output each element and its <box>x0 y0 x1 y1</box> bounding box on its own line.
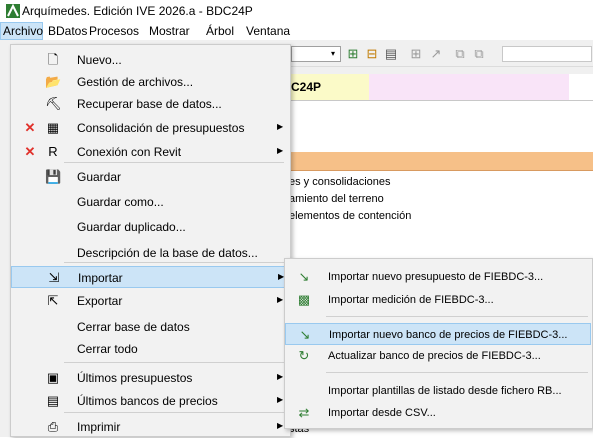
paste-icon[interactable]: ⧉ <box>471 46 487 62</box>
menu-item-label: Cerrar base de datos <box>77 320 190 334</box>
menu-item-conexion-con-revit[interactable]: ✕ R Conexión con Revit ▶ <box>11 141 288 163</box>
menu-item-descripcion-de-la-base-de-datos[interactable]: Descripción de la base de datos... <box>11 242 288 264</box>
tab-label: C24P <box>291 80 322 94</box>
menu-item-ultimos-bancos-de-precios[interactable]: ▤ Últimos bancos de precios ▶ <box>11 390 288 412</box>
menu-item-importar[interactable]: ⇲ Importar ▶ <box>11 266 288 288</box>
menu-item-label: Últimos bancos de precios <box>77 394 218 408</box>
submenu-separator <box>326 372 588 373</box>
export-icon: ⇱ <box>47 293 59 308</box>
menu-item-cerrar-todo[interactable]: Cerrar todo <box>11 338 288 360</box>
menu-item-recuperar-base-de-datos[interactable]: ⛏ Recuperar base de datos... <box>11 93 288 115</box>
menu-separator <box>64 162 284 163</box>
submenu-item-label: Importar plantillas de listado desde fic… <box>328 385 562 397</box>
submenu-item-label: Importar nuevo banco de precios de FIEBD… <box>329 329 568 341</box>
csv-icon: ⇄ <box>298 405 310 420</box>
menu-item-label: Exportar <box>77 294 123 308</box>
tree-item[interactable]: es y consolidaciones <box>289 176 391 188</box>
x-mark-icon: ✕ <box>24 144 36 159</box>
header-bar <box>289 152 593 171</box>
menu-procesos[interactable]: Procesos <box>89 24 139 38</box>
tree-item[interactable]: amiento del terreno <box>289 193 384 205</box>
recent-budgets-icon: ▣ <box>46 370 60 385</box>
tree-edit-icon[interactable]: ⊟ <box>364 46 380 62</box>
menu-item-label: Conexión con Revit <box>77 145 182 159</box>
recover-icon: ⛏ <box>45 96 62 111</box>
folder-icon: 📂 <box>45 74 62 89</box>
menu-item-label: Descripción de la base de datos... <box>77 246 258 260</box>
menu-item-consolidacion-de-presupuestos[interactable]: ✕ ▦ Consolidación de presupuestos ▶ <box>11 117 288 139</box>
menu-item-ultimos-presupuestos[interactable]: ▣ Últimos presupuestos ▶ <box>11 367 288 389</box>
import-icon: ⇲ <box>48 270 60 285</box>
submenu-item-importar-nuevo-banco-de-precios-de-fiebdc-3[interactable]: ↘ Importar nuevo banco de precios de FIEB… <box>285 323 591 345</box>
submenu-item-actualizar-banco-de-precios-de-fiebdc-3[interactable]: ↻ Actualizar banco de precios de FIEBDC-3… <box>285 345 591 367</box>
tree-add-icon[interactable]: ⊞ <box>345 46 361 62</box>
window-title: Arquímedes. Edición IVE 2026.a - BDC24P <box>22 4 253 18</box>
menu-item-label: Últimos presupuestos <box>77 371 193 385</box>
recent-banks-icon: ▤ <box>46 393 60 408</box>
submenu-item-importar-plantillas-de-listado-desde-fichero-rb[interactable]: Importar plantillas de listado desde fic… <box>285 380 591 402</box>
new-doc-icon: 🗋 <box>47 52 59 67</box>
print-preview-icon[interactable]: ▤ <box>383 46 399 62</box>
menu-item-exportar[interactable]: ⇱ Exportar ▶ <box>11 290 288 312</box>
menu-item-cerrar-base-de-datos[interactable]: Cerrar base de datos <box>11 316 288 338</box>
submenu-item-label: Importar medición de FIEBDC-3... <box>328 294 494 306</box>
menu-bdatos[interactable]: BDatos <box>48 24 87 38</box>
menu-archivo[interactable]: Archivo <box>3 24 43 38</box>
menu-separator <box>64 262 284 263</box>
menu-item-imprimir[interactable]: ⎙ Imprimir ▶ <box>11 416 288 438</box>
menu-mostrar[interactable]: Mostrar <box>149 24 190 38</box>
menu-item-label: Guardar <box>77 170 122 184</box>
menu-item-label: Recuperar base de datos... <box>77 97 222 111</box>
import-measure-icon: ▩ <box>297 292 311 307</box>
import-budget-icon: ↘ <box>298 269 310 284</box>
submenu-arrow-icon: ▶ <box>277 395 284 404</box>
submenu-arrow-icon: ▶ <box>277 372 284 381</box>
menu-item-label: Nuevo... <box>77 53 122 67</box>
tree-item[interactable]: elementos de contención <box>289 210 411 222</box>
menu-arbol[interactable]: Árbol <box>206 24 234 38</box>
combo-dropdown-icon[interactable]: ▾ <box>327 47 339 61</box>
print-icon: ⎙ <box>47 419 59 434</box>
submenu-item-label: Importar nuevo presupuesto de FIEBDC-3..… <box>328 271 544 283</box>
revit-icon: R <box>48 144 58 159</box>
menu-item-guardar-como[interactable]: Guardar como... <box>11 191 288 213</box>
submenu-arrow-icon: ▶ <box>277 122 284 131</box>
submenu-item-importar-desde-csv[interactable]: ⇄ Importar desde CSV... <box>285 402 591 424</box>
consolidation-icon: ▦ <box>46 120 60 135</box>
menu-item-guardar-duplicado[interactable]: Guardar duplicado... <box>11 216 288 238</box>
submenu-arrow-icon: ▶ <box>277 421 284 430</box>
app-logo-icon <box>6 4 20 18</box>
toolbar-input[interactable] <box>502 46 592 62</box>
submenu-separator <box>326 316 588 317</box>
import-bank-icon: ↘ <box>299 327 311 342</box>
submenu-item-label: Importar desde CSV... <box>328 407 436 419</box>
menu-item-guardar[interactable]: 💾 Guardar <box>11 166 288 188</box>
menu-item-label: Guardar como... <box>77 195 164 209</box>
menu-separator <box>64 412 284 413</box>
grid-icon[interactable]: ⊞ <box>408 46 424 62</box>
tab-strip <box>369 74 569 100</box>
copy-icon[interactable]: ⧉ <box>452 46 468 62</box>
update-bank-icon: ↻ <box>298 348 310 363</box>
menu-item-label: Gestión de archivos... <box>77 75 194 89</box>
save-icon: 💾 <box>45 169 62 184</box>
menu-ventana[interactable]: Ventana <box>246 24 290 38</box>
menu-item-label: Consolidación de presupuestos <box>77 121 245 135</box>
menu-separator <box>64 362 284 363</box>
menu-item-nuevo[interactable]: 🗋 Nuevo... <box>11 49 288 71</box>
submenu-item-importar-nuevo-presupuesto-de-fiebdc-3[interactable]: ↘ Importar nuevo presupuesto de FIEBDC-3.… <box>285 266 591 288</box>
menu-item-label: Cerrar todo <box>77 342 138 356</box>
submenu-item-label: Actualizar banco de precios de FIEBDC-3.… <box>328 350 541 362</box>
chart-icon[interactable]: ↗ <box>428 46 444 62</box>
submenu-item-importar-medicion-de-fiebdc-3[interactable]: ▩ Importar medición de FIEBDC-3... <box>285 289 591 311</box>
menu-item-gestion-de-archivos[interactable]: 📂 Gestión de archivos... <box>11 71 288 93</box>
menu-item-label: Imprimir <box>77 420 121 434</box>
x-mark-icon: ✕ <box>24 120 36 135</box>
menu-item-label: Guardar duplicado... <box>77 220 186 234</box>
submenu-arrow-icon: ▶ <box>277 295 284 304</box>
menu-item-label: Importar <box>78 271 123 285</box>
submenu-arrow-icon: ▶ <box>277 146 284 155</box>
